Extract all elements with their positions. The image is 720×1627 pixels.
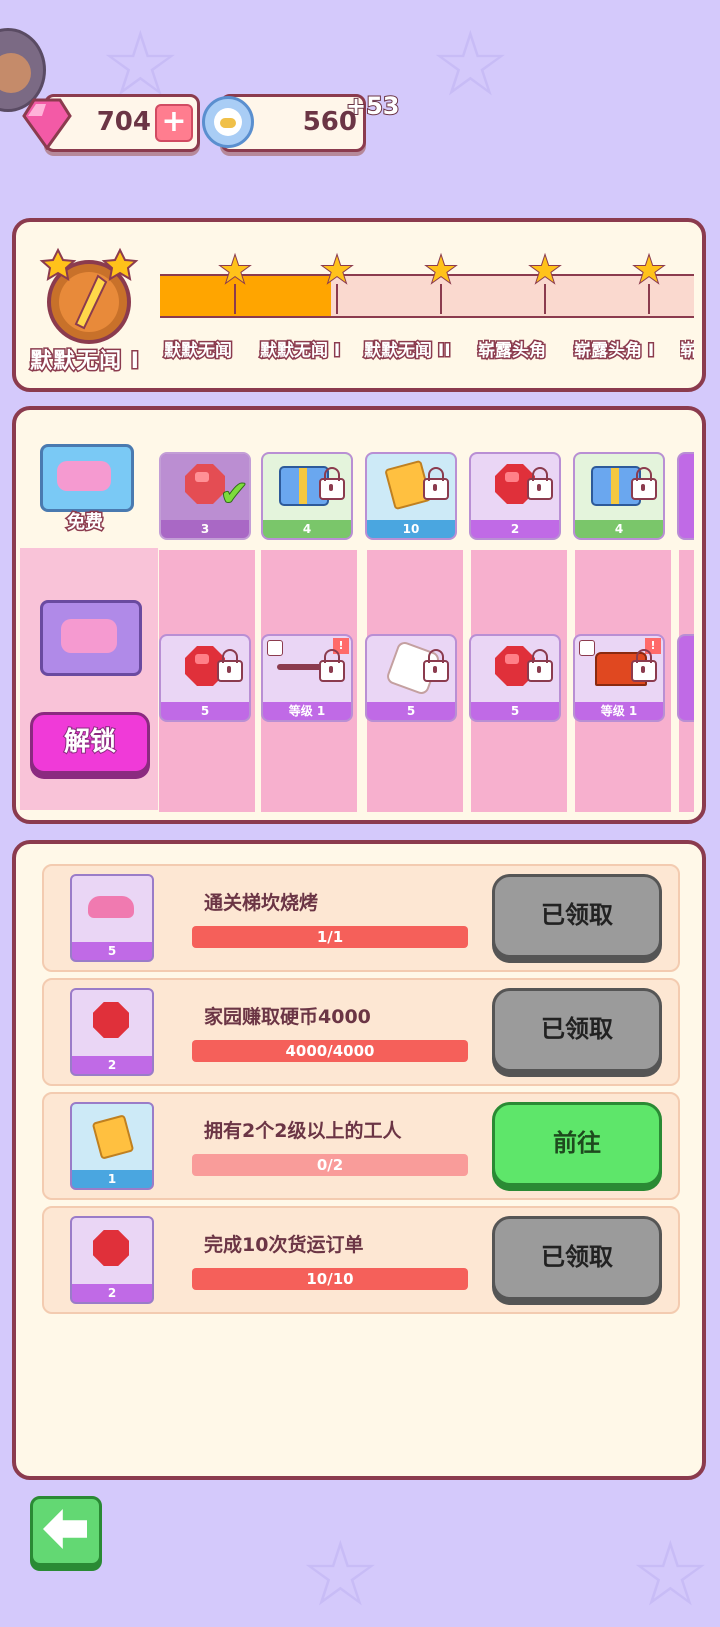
- task-reward-count: 2: [107, 1286, 117, 1300]
- lock-icon: [631, 467, 657, 500]
- task-title: 通关梯坎烧烤: [204, 892, 319, 914]
- task-title: 家园赚取硬币4000: [204, 1006, 371, 1028]
- reward-count: 3: [200, 522, 210, 536]
- reward-level: 等级 1: [288, 704, 326, 718]
- claimed-button[interactable]: 已领取: [492, 988, 662, 1072]
- reward-count: 5: [510, 704, 520, 718]
- free-pass-ticket-icon: [40, 444, 134, 512]
- task-progress-text: 1/1: [316, 928, 344, 946]
- milestone-label: 默默无闻 II: [363, 340, 453, 363]
- background-star-icon: ☆: [630, 1522, 711, 1627]
- gold-ticket-icon: [91, 1114, 135, 1160]
- claimed-button[interactable]: 已领取: [492, 874, 662, 958]
- rank-badge-icon: [39, 247, 139, 344]
- free-reward-card[interactable]: 2: [469, 452, 561, 540]
- milestone-star-icon: ★: [632, 250, 666, 291]
- premium-reward-card[interactable]: ! 等级 1: [573, 634, 665, 722]
- task-row: 2 完成10次货运订单 10/10 已领取: [42, 1206, 680, 1314]
- task-title: 完成10次货运订单: [204, 1234, 364, 1256]
- task-progress-text: 0/2: [316, 1156, 344, 1174]
- free-track-label: 免费: [66, 511, 105, 535]
- task-reward-count: 1: [107, 1172, 117, 1186]
- lock-icon: [319, 649, 345, 682]
- reward-count: 4: [302, 522, 312, 536]
- milestone-label: 崭露头角: [477, 340, 548, 363]
- background-star-icon: ☆: [300, 1522, 381, 1627]
- premium-reward-card[interactable]: 5: [469, 634, 561, 722]
- lock-icon: [319, 467, 345, 500]
- premium-reward-card[interactable]: 5: [365, 634, 457, 722]
- lock-icon: [631, 649, 657, 682]
- premium-reward-card[interactable]: 5: [159, 634, 251, 722]
- milestone-label: 崭露头角 I: [572, 340, 655, 363]
- ruby-gem-icon: [93, 1230, 129, 1266]
- ruby-gem-icon: [185, 464, 225, 504]
- task-progress-bar: 10/10: [192, 1268, 468, 1290]
- milestone-label: 崭: [680, 340, 694, 362]
- pink-gem-icon: [22, 98, 72, 150]
- free-reward-card[interactable]: 4: [261, 452, 353, 540]
- reward-count: 5: [200, 704, 210, 718]
- background-star-icon: ☆: [430, 12, 511, 117]
- lock-icon: [423, 649, 449, 682]
- add-gems-button[interactable]: +: [155, 104, 193, 142]
- reward-level: 等级 1: [600, 704, 638, 718]
- premium-pass-ticket-icon: [40, 600, 142, 676]
- task-reward: 1: [70, 1102, 154, 1190]
- reward-count: 5: [406, 704, 416, 718]
- milestone-star-icon: ★: [320, 250, 354, 291]
- current-rank-name: 默默无闻 I: [29, 348, 141, 376]
- lock-icon: [423, 467, 449, 500]
- task-reward: 2: [70, 988, 154, 1076]
- task-row: 1 拥有2个2级以上的工人 0/2 前往: [42, 1092, 680, 1200]
- lock-icon: [527, 467, 553, 500]
- lock-icon: [217, 649, 243, 682]
- milestone-star-icon: ★: [528, 250, 562, 291]
- task-progress-text: 10/10: [306, 1270, 354, 1288]
- task-reward-count: 2: [107, 1058, 117, 1072]
- task-reward: 5: [70, 874, 154, 962]
- reward-count: 10: [402, 522, 420, 536]
- back-button[interactable]: [30, 1496, 102, 1566]
- premium-reward-card-partial[interactable]: [677, 634, 694, 722]
- unlock-premium-button[interactable]: 解锁: [30, 712, 150, 774]
- reward-count: 2: [510, 522, 520, 536]
- free-reward-card-partial[interactable]: [677, 452, 694, 540]
- task-progress-bar: 4000/4000: [192, 1040, 468, 1062]
- task-progress-bar: 1/1: [192, 926, 468, 948]
- reward-count: 4: [614, 522, 624, 536]
- outfit-icon: [267, 640, 283, 656]
- claimed-check-icon: ✔: [219, 474, 250, 514]
- free-reward-card[interactable]: 10: [365, 452, 457, 540]
- lock-icon: [527, 649, 553, 682]
- task-reward: 2: [70, 1216, 154, 1304]
- premium-reward-card[interactable]: ! 等级 1: [261, 634, 353, 722]
- task-row: 2 家园赚取硬币4000 4000/4000 已领取: [42, 978, 680, 1086]
- coin-icon: [202, 96, 254, 148]
- coin-bonus: +53: [345, 91, 400, 121]
- task-progress-text: 4000/4000: [285, 1042, 375, 1060]
- outfit-icon: [579, 640, 595, 656]
- task-title: 拥有2个2级以上的工人: [204, 1120, 402, 1142]
- milestone-label: 默默无闻 I: [258, 340, 341, 363]
- go-button[interactable]: 前往: [492, 1102, 662, 1186]
- milestone-star-icon: ★: [218, 250, 252, 291]
- claimed-button[interactable]: 已领取: [492, 1216, 662, 1300]
- pink-gem-pile-icon: [88, 896, 134, 918]
- task-row: 5 通关梯坎烧烤 1/1 已领取: [42, 864, 680, 972]
- task-progress-bar: 0/2: [192, 1154, 468, 1176]
- gem-count: 704: [96, 107, 151, 137]
- free-reward-card[interactable]: 4: [573, 452, 665, 540]
- task-reward-count: 5: [107, 944, 117, 958]
- back-arrow-icon: [43, 1509, 87, 1549]
- ruby-gem-icon: [93, 1002, 129, 1038]
- milestone-star-icon: ★: [424, 250, 458, 291]
- milestone-label: 默默无闻: [163, 340, 234, 363]
